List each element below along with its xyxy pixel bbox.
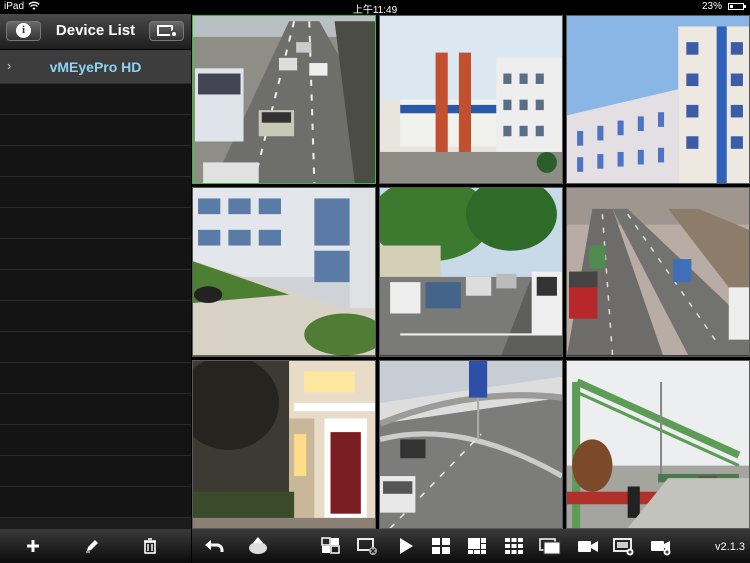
camera-channel-6[interactable] bbox=[566, 187, 750, 357]
record-button[interactable] bbox=[577, 536, 599, 556]
layout-9-button[interactable] bbox=[503, 536, 525, 556]
camera-channel-4[interactable] bbox=[192, 187, 376, 357]
app-version: v2.1.3 bbox=[715, 541, 745, 553]
delete-device-button[interactable] bbox=[139, 536, 161, 556]
camera-channel-8[interactable] bbox=[379, 359, 563, 529]
device-list-empty-row bbox=[0, 332, 191, 363]
layout-4-button[interactable] bbox=[430, 536, 452, 556]
device-list-empty-row bbox=[0, 146, 191, 177]
camera-feed-highway-trucks bbox=[567, 188, 749, 356]
camera-feed-building-pillars bbox=[380, 16, 562, 184]
camera-channel-5[interactable] bbox=[379, 187, 563, 357]
device-list-empty-row bbox=[0, 456, 191, 487]
status-bar: iPad 上午11:49 23% bbox=[0, 0, 750, 16]
camera-channel-3[interactable] bbox=[566, 15, 750, 185]
layout-6-button[interactable] bbox=[466, 536, 488, 556]
edit-pencil-icon bbox=[86, 540, 98, 553]
grid-3x3-layout-icon bbox=[468, 538, 486, 554]
gear-icon bbox=[170, 30, 178, 38]
play-icon bbox=[400, 538, 413, 554]
camera-feed-apartment-blue bbox=[567, 16, 749, 184]
back-arrow-icon bbox=[205, 540, 224, 552]
device-list-empty-row bbox=[0, 115, 191, 146]
snapshot-button[interactable] bbox=[613, 536, 635, 556]
device-sidebar: i Device List › vMEyePro HD bbox=[0, 14, 191, 529]
back-button[interactable] bbox=[203, 536, 225, 556]
battery-icon bbox=[728, 3, 746, 10]
camera-channel-7[interactable] bbox=[192, 359, 376, 529]
battery-percent: 23% bbox=[701, 1, 722, 12]
ptz-control-icon bbox=[249, 537, 267, 554]
toolbar-divider bbox=[191, 529, 192, 563]
battery-fill bbox=[730, 5, 733, 8]
device-list-empty-row bbox=[0, 487, 191, 518]
device-list-empty-row bbox=[0, 208, 191, 239]
camera-feed-overpass-sign bbox=[380, 360, 562, 528]
device-list-empty-row bbox=[0, 177, 191, 208]
grid-2x2-icon bbox=[432, 538, 450, 554]
camera-feed-office-lawn bbox=[193, 188, 375, 356]
grid-3x3-icon bbox=[505, 538, 523, 554]
snapshot-monitor-icon bbox=[613, 538, 634, 556]
stop-all-icon bbox=[357, 538, 377, 555]
fullscreen-button[interactable] bbox=[539, 536, 561, 556]
fullscreen-icon bbox=[539, 538, 561, 555]
device-list-empty-row bbox=[0, 270, 191, 301]
video-playback-icon bbox=[651, 541, 671, 556]
device-list-item[interactable]: › vMEyePro HD bbox=[0, 50, 191, 84]
layout-switch-button[interactable] bbox=[320, 536, 342, 556]
device-list-empty-row bbox=[0, 84, 191, 115]
device-list-empty-row bbox=[0, 363, 191, 394]
device-list-empty-row bbox=[0, 394, 191, 425]
camera-feed-gantry-road bbox=[567, 360, 749, 528]
device-list-empty-row bbox=[0, 425, 191, 456]
playback-button[interactable] bbox=[650, 536, 672, 556]
device-list-empty-row bbox=[0, 301, 191, 332]
stop-all-button[interactable] bbox=[356, 536, 378, 556]
play-button[interactable] bbox=[395, 536, 417, 556]
camera-channel-9[interactable] bbox=[566, 359, 750, 529]
camera-feed-street-trees-cars bbox=[380, 188, 562, 356]
add-icon bbox=[27, 540, 39, 552]
camera-feed-highway-traffic bbox=[193, 16, 375, 184]
sidebar-header: i Device List bbox=[0, 14, 191, 50]
delete-trash-icon bbox=[144, 538, 156, 554]
camera-channel-2[interactable] bbox=[379, 15, 563, 185]
record-camera-icon bbox=[578, 541, 598, 552]
ptz-control-button[interactable] bbox=[247, 536, 269, 556]
device-list: › vMEyePro HD bbox=[0, 50, 191, 518]
device-name: vMEyePro HD bbox=[49, 59, 142, 75]
layout-switch-icon bbox=[321, 537, 340, 554]
video-grid bbox=[192, 15, 750, 529]
camera-channel-1[interactable] bbox=[192, 15, 376, 185]
device-settings-button[interactable] bbox=[149, 21, 184, 41]
bottom-toolbar: v2.1.3 bbox=[0, 529, 750, 563]
edit-device-button[interactable] bbox=[81, 536, 103, 556]
add-device-button[interactable] bbox=[22, 536, 44, 556]
device-list-empty-row bbox=[0, 239, 191, 270]
camera-feed-house-doorway bbox=[193, 360, 375, 528]
